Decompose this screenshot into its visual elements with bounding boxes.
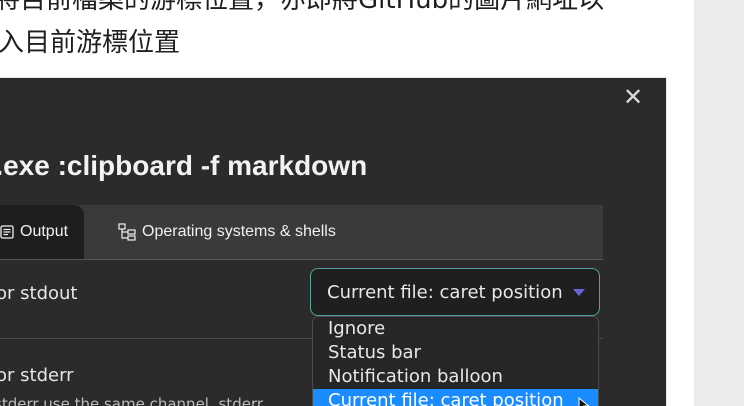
output-target-select[interactable]: Current file: caret position	[310, 268, 600, 316]
option-ignore[interactable]: Ignore	[313, 317, 598, 341]
tab-output-label: Output	[20, 223, 69, 240]
output-target-dropdown: Ignore Status bar Notification balloon C…	[312, 316, 599, 406]
tree-hierarchy-icon	[118, 223, 136, 241]
tab-operating-systems-label: Operating systems & shells	[142, 223, 336, 240]
mouse-pointer-icon	[578, 396, 590, 406]
tab-operating-systems[interactable]: Operating systems & shells	[118, 205, 336, 259]
right-side-panel	[694, 0, 744, 406]
stderr-row-description: stderr use the same channel, stderr	[0, 395, 264, 406]
article-text: 將目前檔案的游標位置，亦即將GitHub的圖片網址以 入目前游標位置	[0, 0, 694, 78]
option-current-file-caret-label: Current file: caret position	[328, 390, 564, 406]
close-button[interactable]: ✕	[620, 84, 646, 110]
select-value: Current file: caret position	[327, 281, 563, 303]
article-line-2: 入目前游標位置	[0, 28, 181, 58]
dialog-title: t.exe :clipboard -f markdown	[0, 150, 368, 181]
article-line-1: 將目前檔案的游標位置，亦即將GitHub的圖片網址以	[0, 0, 605, 15]
document-lines-icon	[0, 225, 14, 239]
stdout-row-label: or stdout	[0, 283, 78, 304]
stderr-row-label: or stderr	[0, 365, 74, 386]
tab-divider	[0, 259, 603, 260]
tab-bar: Output Operating systems & shells	[0, 205, 603, 259]
option-current-file-caret[interactable]: Current file: caret position	[313, 389, 598, 406]
tab-output[interactable]: Output	[0, 205, 84, 259]
settings-dialog: ✕ t.exe :clipboard -f markdown Output Op…	[0, 77, 667, 406]
option-notification-balloon[interactable]: Notification balloon	[313, 365, 598, 389]
chevron-down-icon	[573, 289, 585, 296]
option-status-bar[interactable]: Status bar	[313, 341, 598, 365]
